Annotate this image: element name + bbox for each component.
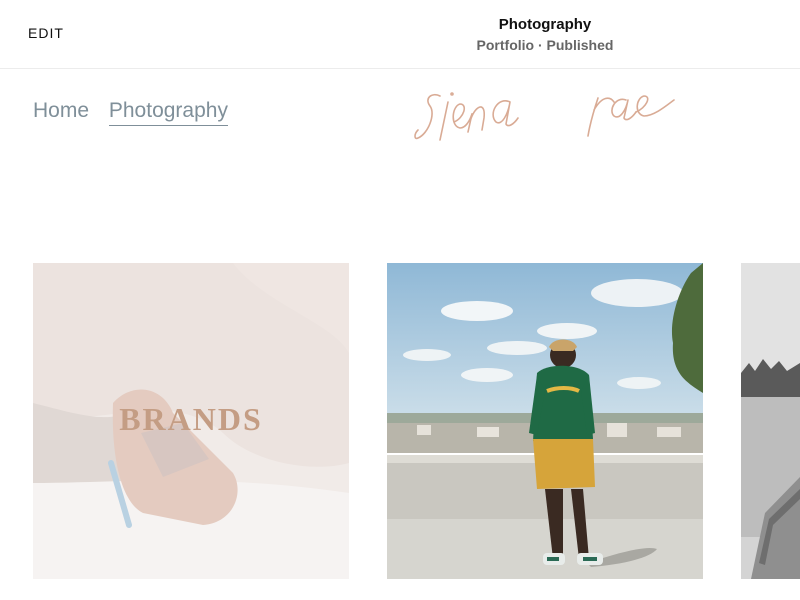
site-logo-signature[interactable] [410, 74, 690, 149]
site-navigation: Home Photography [33, 99, 242, 126]
nav-link-photography[interactable]: Photography [108, 99, 228, 126]
page-info: Photography Portfolio · Published [445, 15, 645, 55]
gallery-item-label: BRANDS [119, 401, 263, 437]
edit-button[interactable]: EDIT [28, 25, 64, 41]
page-title: Photography [498, 16, 592, 33]
landscape-photo-image [741, 263, 800, 579]
portrait-photo-image [387, 263, 703, 579]
gallery-item-landscape[interactable] [741, 263, 800, 579]
editor-toolbar: EDIT Photography Portfolio · Published [0, 0, 800, 69]
gallery-item-portrait[interactable] [387, 263, 703, 579]
nav-link-home[interactable]: Home [33, 99, 89, 125]
gallery-item-brands[interactable]: BRANDS [33, 263, 349, 579]
site-preview: Home Photography BRANDS [0, 69, 800, 600]
signature-logo-graphic [414, 92, 675, 141]
page-status: Portfolio · Published [476, 37, 614, 53]
